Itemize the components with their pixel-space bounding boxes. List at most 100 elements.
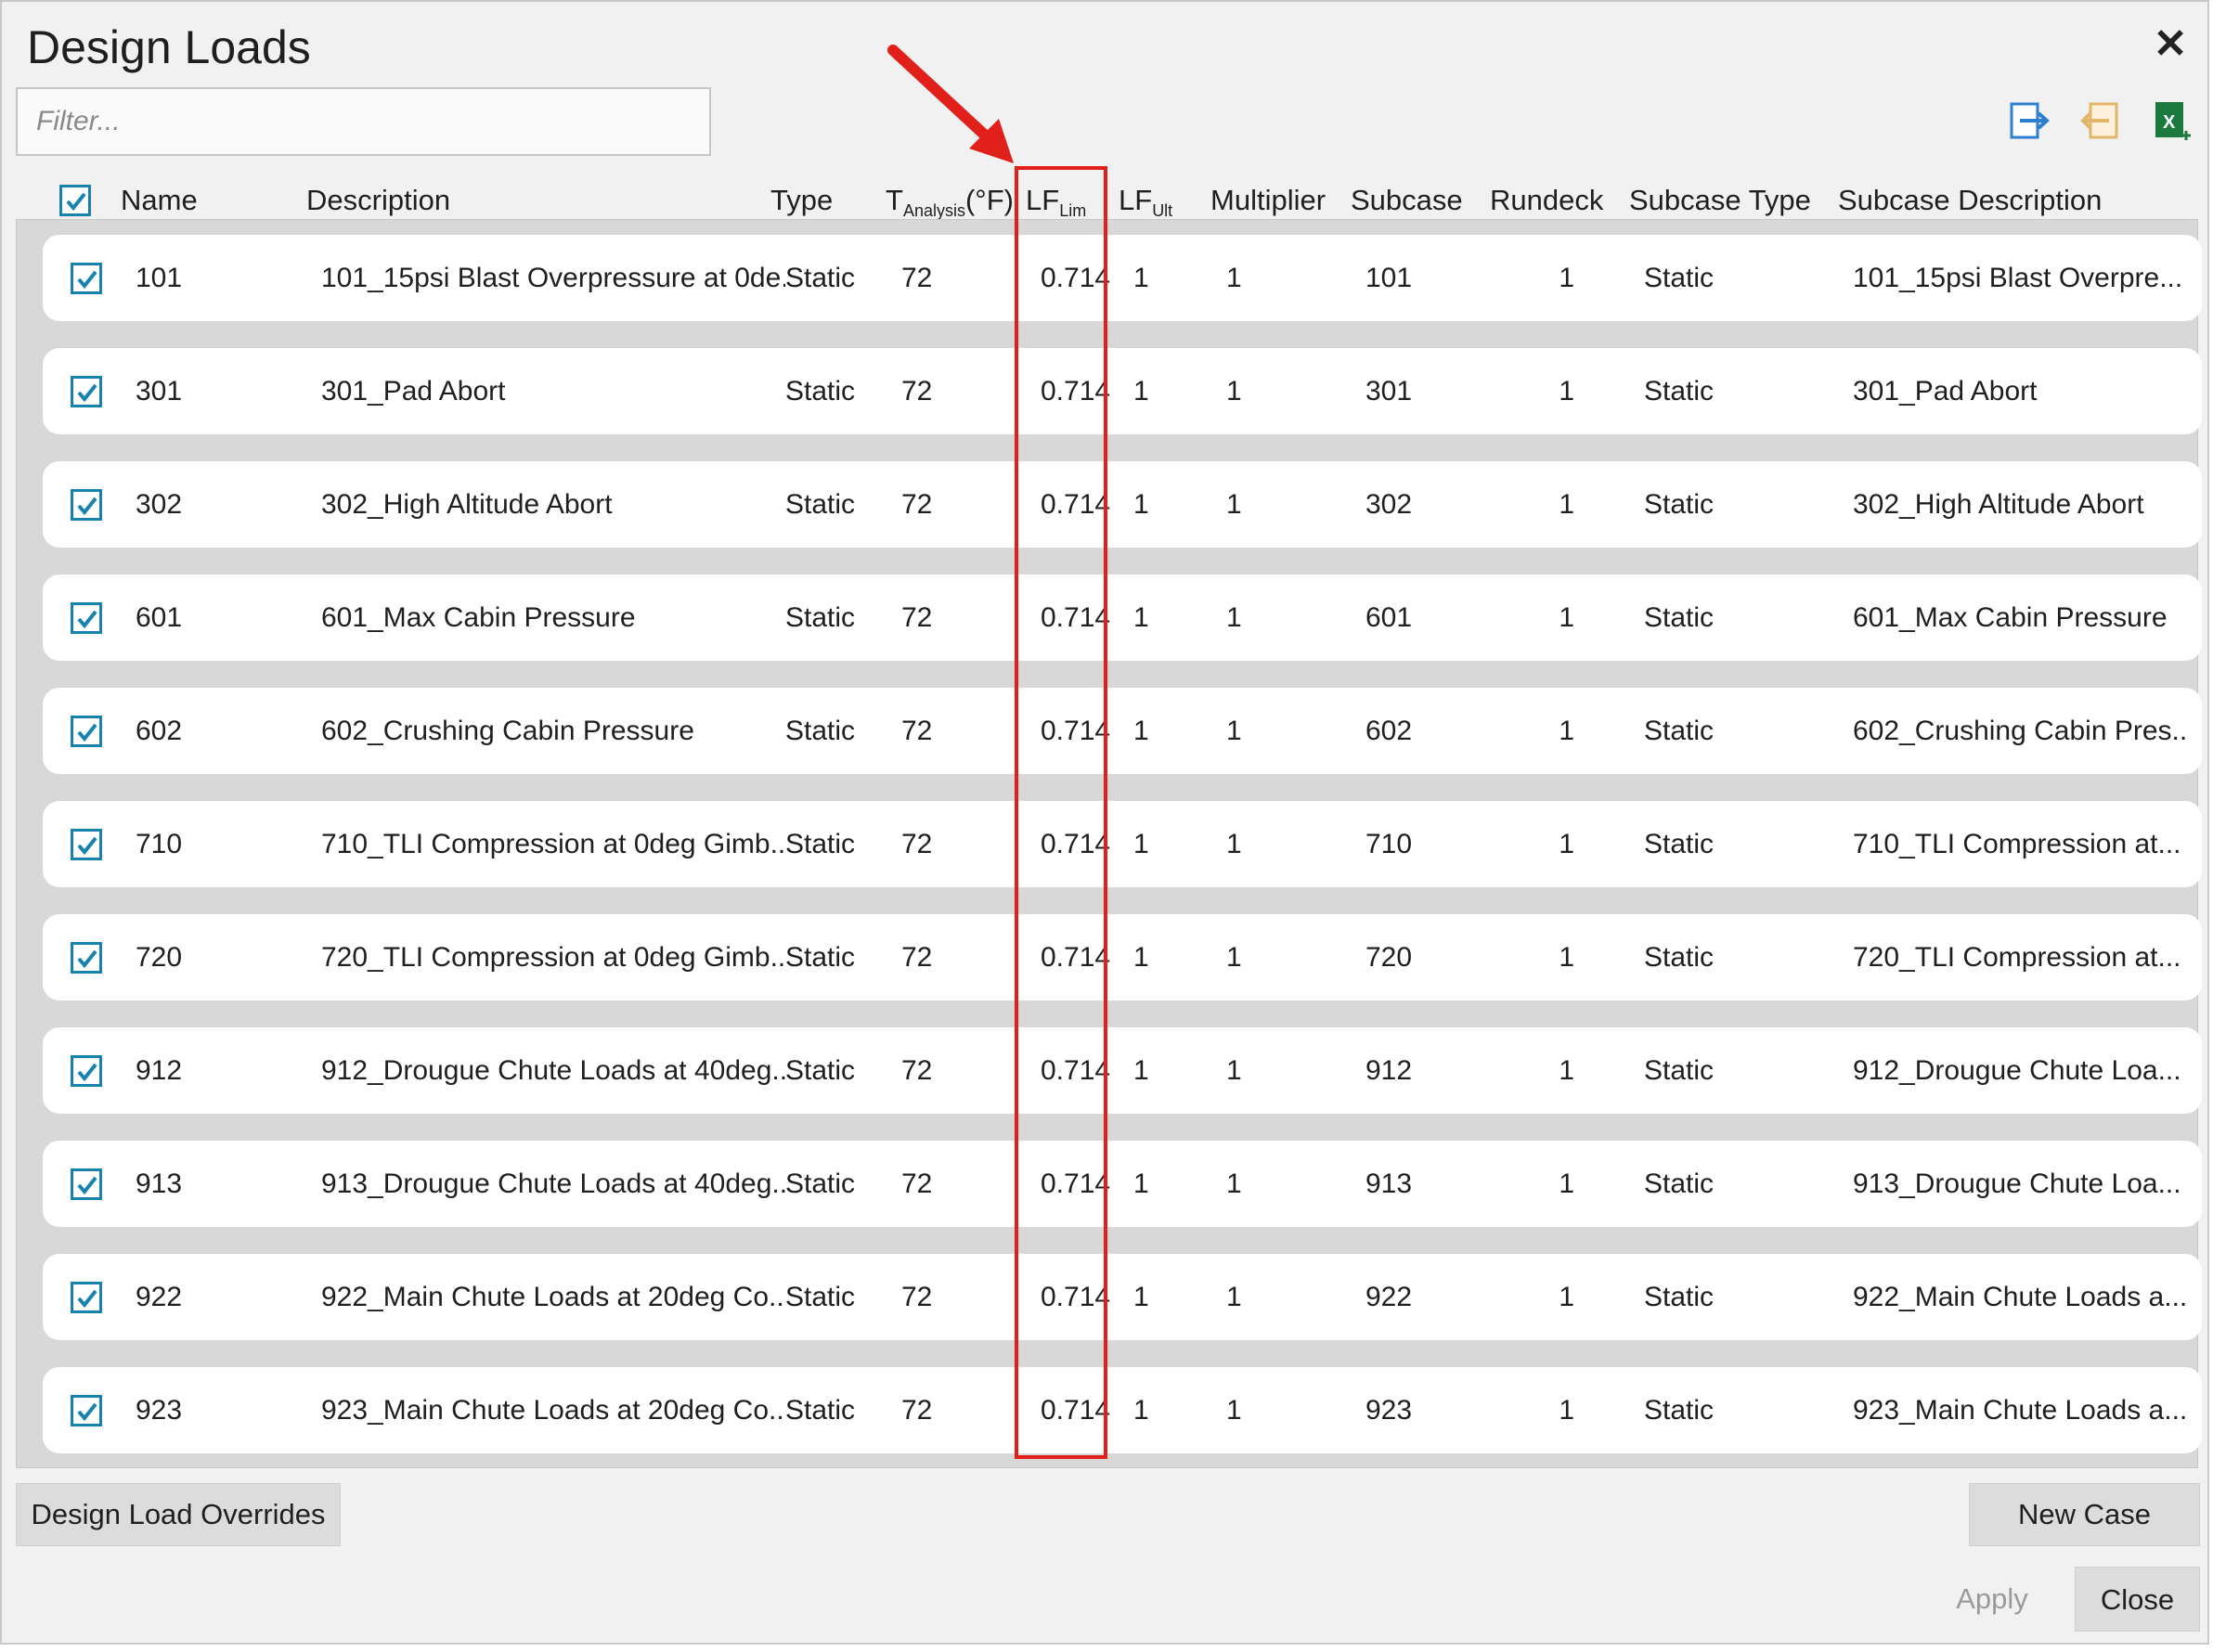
cell-multiplier: 1 — [1226, 489, 1242, 520]
close-icon[interactable]: ✕ — [2150, 24, 2191, 65]
cell-t-analysis: 72 — [901, 376, 933, 407]
cell-subcase-description: 302_High Altitude Abort — [1853, 489, 2144, 520]
cell-subcase-description: 301_Pad Abort — [1853, 376, 2038, 407]
cell-name: 923 — [136, 1395, 183, 1426]
table-row[interactable]: 913 913_Drougue Chute Loads at 40deg... St… — [43, 1141, 2202, 1227]
cell-rundeck: 1 — [1559, 1282, 1574, 1312]
cell-description: 922_Main Chute Loads at 20deg Co... — [321, 1282, 785, 1312]
cell-type: Static — [785, 1395, 856, 1426]
row-checkbox[interactable] — [71, 829, 102, 860]
cell-subcase-type: Static — [1644, 489, 1715, 520]
cell-name: 301 — [136, 376, 183, 407]
row-checkbox[interactable] — [71, 1395, 102, 1426]
cell-description: 912_Drougue Chute Loads at 40deg... — [321, 1055, 785, 1086]
col-header-type[interactable]: Type — [770, 184, 833, 221]
row-checkbox[interactable] — [71, 489, 102, 521]
import-icon[interactable] — [2007, 98, 2053, 145]
col-header-multiplier[interactable]: Multiplier — [1210, 184, 1326, 221]
filter-input[interactable] — [16, 87, 711, 156]
annotation-arrow-icon — [887, 45, 1014, 163]
lf-ult-main: LF — [1119, 184, 1153, 216]
col-header-subcase-description[interactable]: Subcase Description — [1838, 184, 2102, 221]
cell-lf-ult: 1 — [1133, 489, 1149, 520]
cell-subcase-description: 923_Main Chute Loads a... — [1853, 1395, 2187, 1426]
cell-description: 301_Pad Abort — [321, 376, 506, 407]
col-header-t-analysis[interactable]: TAnalysis(°F) — [886, 184, 1014, 221]
cell-description: 710_TLI Compression at 0deg Gimb... — [321, 829, 785, 859]
cell-multiplier: 1 — [1226, 1168, 1242, 1199]
cell-subcase: 922 — [1365, 1282, 1413, 1312]
cell-t-analysis: 72 — [901, 716, 933, 746]
cell-type: Static — [785, 489, 856, 520]
cell-type: Static — [785, 263, 856, 293]
cell-subcase: 301 — [1365, 376, 1413, 407]
table-row[interactable]: 912 912_Drougue Chute Loads at 40deg... St… — [43, 1027, 2202, 1114]
table-row[interactable]: 710 710_TLI Compression at 0deg Gimb... St… — [43, 801, 2202, 887]
cell-type: Static — [785, 716, 856, 746]
cell-rundeck: 1 — [1559, 489, 1574, 520]
table-row[interactable]: 922 922_Main Chute Loads at 20deg Co... St… — [43, 1254, 2202, 1340]
cell-subcase-description: 720_TLI Compression at... — [1853, 942, 2181, 973]
cell-rundeck: 1 — [1559, 829, 1574, 859]
cell-subcase: 602 — [1365, 716, 1413, 746]
table-row[interactable]: 301 301_Pad Abort Static 72 0.714 1 1 301 1 Stati… — [43, 348, 2202, 434]
cell-rundeck: 1 — [1559, 376, 1574, 407]
dialog-title: Design Loads — [27, 21, 311, 73]
row-checkbox[interactable] — [71, 942, 102, 974]
cell-subcase-description: 913_Drougue Chute Loa... — [1853, 1168, 2181, 1199]
col-header-rundeck[interactable]: Rundeck — [1490, 184, 1603, 221]
cell-subcase-type: Static — [1644, 829, 1715, 859]
cell-lf-ult: 1 — [1133, 1395, 1149, 1426]
cell-subcase-description: 912_Drougue Chute Loa... — [1853, 1055, 2181, 1086]
cell-multiplier: 1 — [1226, 716, 1242, 746]
cell-multiplier: 1 — [1226, 829, 1242, 859]
table-row[interactable]: 101 101_15psi Blast Overpressure at 0de..… — [43, 235, 2202, 321]
cell-subcase: 720 — [1365, 942, 1413, 973]
new-case-button[interactable]: New Case — [1969, 1483, 2200, 1546]
cell-name: 912 — [136, 1055, 183, 1086]
row-checkbox[interactable] — [71, 602, 102, 634]
cell-lf-ult: 1 — [1133, 376, 1149, 407]
design-load-overrides-button[interactable]: Design Load Overrides — [16, 1483, 341, 1546]
cell-multiplier: 1 — [1226, 1395, 1242, 1426]
col-header-subcase[interactable]: Subcase — [1351, 184, 1463, 221]
cell-subcase: 601 — [1365, 602, 1413, 633]
col-header-subcase-type[interactable]: Subcase Type — [1629, 184, 1811, 221]
cell-subcase-description: 922_Main Chute Loads a... — [1853, 1282, 2187, 1312]
table-row[interactable]: 720 720_TLI Compression at 0deg Gimb... St… — [43, 914, 2202, 1000]
cell-description: 913_Drougue Chute Loads at 40deg... — [321, 1168, 785, 1199]
cell-t-analysis: 72 — [901, 1282, 933, 1312]
col-header-lf-ult[interactable]: LFUlt — [1119, 184, 1172, 221]
row-checkbox[interactable] — [71, 1282, 102, 1313]
cell-type: Static — [785, 376, 856, 407]
col-header-description[interactable]: Description — [306, 184, 450, 221]
row-checkbox[interactable] — [71, 716, 102, 747]
close-button[interactable]: Close — [2075, 1567, 2200, 1632]
select-all-checkbox[interactable] — [59, 185, 91, 216]
lf-ult-sub: Ult — [1152, 201, 1173, 220]
table-row[interactable]: 602 602_Crushing Cabin Pressure Static 72 0.… — [43, 688, 2202, 774]
col-header-name[interactable]: Name — [121, 184, 198, 221]
cell-rundeck: 1 — [1559, 716, 1574, 746]
cell-name: 101 — [136, 263, 183, 293]
row-checkbox[interactable] — [71, 1168, 102, 1200]
cell-description: 923_Main Chute Loads at 20deg Co... — [321, 1395, 785, 1426]
cell-rundeck: 1 — [1559, 602, 1574, 633]
row-checkbox[interactable] — [71, 376, 102, 407]
row-checkbox[interactable] — [71, 263, 102, 294]
cell-rundeck: 1 — [1559, 1055, 1574, 1086]
table-row[interactable]: 923 923_Main Chute Loads at 20deg Co... St… — [43, 1367, 2202, 1453]
cell-description: 302_High Altitude Abort — [321, 489, 613, 520]
table-row[interactable]: 601 601_Max Cabin Pressure Static 72 0.714 1 1… — [43, 574, 2202, 661]
apply-button[interactable]: Apply — [1935, 1567, 2050, 1632]
cell-t-analysis: 72 — [901, 1395, 933, 1426]
cell-subcase: 710 — [1365, 829, 1413, 859]
row-checkbox[interactable] — [71, 1055, 102, 1087]
table-row[interactable]: 302 302_High Altitude Abort Static 72 0.714 1… — [43, 461, 2202, 548]
cell-subcase-type: Static — [1644, 942, 1715, 973]
export-icon[interactable] — [2077, 98, 2124, 145]
cell-lf-ult: 1 — [1133, 942, 1149, 973]
cell-name: 720 — [136, 942, 183, 973]
excel-icon[interactable]: X — [2148, 98, 2194, 145]
cell-multiplier: 1 — [1226, 1282, 1242, 1312]
